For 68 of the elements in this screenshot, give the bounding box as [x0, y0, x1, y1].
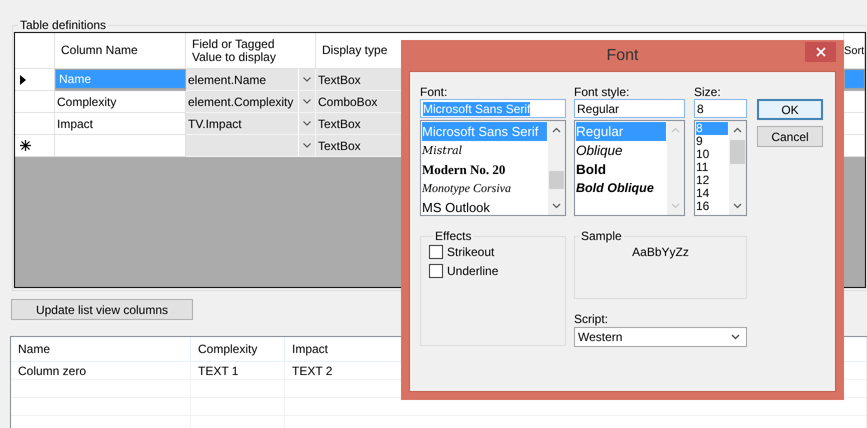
font-list-item[interactable]: Mistral — [422, 141, 547, 160]
scrollbar-thumb[interactable] — [730, 140, 745, 164]
sample-text: AaBbYyZz — [632, 245, 689, 259]
group-title: Table definitions — [19, 18, 108, 32]
column-header[interactable]: Sort — [844, 33, 865, 69]
scrollbar[interactable] — [729, 121, 746, 215]
script-label: Script: — [574, 312, 610, 327]
chevron-down-icon — [303, 99, 311, 104]
sample-title: Sample — [580, 229, 623, 243]
combo-cell[interactable] — [186, 135, 316, 157]
font-list-item[interactable]: Monotype Corsiva — [422, 179, 547, 198]
checkbox[interactable] — [429, 245, 443, 259]
size-list-item[interactable]: 12 — [696, 174, 728, 187]
font-style-item[interactable]: Oblique — [576, 141, 666, 160]
chevron-down-icon — [552, 203, 561, 209]
column-header[interactable]: Column Name — [55, 33, 186, 69]
font-style-label: Font style: — [574, 85, 630, 99]
header-cell — [15, 33, 55, 69]
current-row-icon — [20, 74, 26, 84]
chevron-up-icon — [733, 127, 742, 133]
row-header[interactable] — [15, 135, 55, 157]
size-list-item[interactable]: 9 — [696, 135, 728, 148]
font-list-item[interactable]: Modern No. 20 — [422, 160, 547, 179]
table-cell[interactable]: Complexity — [55, 91, 186, 113]
size-list-item[interactable]: 11 — [696, 161, 728, 174]
chevron-down-icon — [303, 121, 311, 126]
close-icon — [816, 47, 826, 57]
combo-cell[interactable]: element.Complexity — [186, 91, 316, 113]
size-list-item[interactable]: 16 — [696, 200, 728, 213]
close-button[interactable] — [805, 42, 836, 62]
checkbox[interactable] — [429, 264, 443, 278]
font-list-item[interactable]: MS Outlook — [422, 198, 547, 215]
combo-cell[interactable]: element.Name — [186, 69, 316, 91]
font-style-item[interactable]: Bold Oblique — [576, 179, 666, 198]
chevron-down-icon — [303, 77, 311, 82]
font-style-input[interactable]: Regular — [574, 99, 685, 118]
size-list-item[interactable]: 10 — [696, 148, 728, 161]
effects-title: Effects — [434, 229, 472, 243]
row-header[interactable] — [15, 69, 55, 91]
chevron-up-icon — [552, 127, 561, 133]
size-input[interactable]: 8 — [694, 99, 747, 118]
scrollbar[interactable] — [548, 121, 565, 215]
chevron-down-icon — [303, 143, 311, 148]
chevron-down-icon — [671, 203, 680, 209]
ok-button[interactable]: OK — [757, 99, 823, 120]
column-header[interactable]: Complexity — [191, 337, 285, 361]
update-columns-button[interactable]: Update list view columns — [11, 299, 193, 320]
checkbox-label: Underline — [447, 264, 498, 278]
script-select[interactable]: Western — [574, 327, 747, 347]
new-row-icon — [20, 140, 31, 151]
size-list-item[interactable]: 14 — [696, 187, 728, 200]
chevron-down-icon — [731, 334, 740, 340]
chevron-down-icon — [733, 203, 742, 209]
cancel-button[interactable]: Cancel — [757, 126, 823, 147]
size-label: Size: — [694, 85, 722, 99]
table-cell[interactable] — [844, 69, 865, 89]
column-header[interactable]: Name — [11, 337, 191, 361]
combo-cell[interactable]: TV.Impact — [186, 113, 316, 135]
chevron-up-icon — [671, 127, 680, 133]
table-cell[interactable]: Impact — [55, 113, 186, 135]
column-header[interactable]: Field or Tagged Value to display — [186, 33, 316, 69]
font-style-item[interactable]: Bold — [576, 160, 666, 179]
dialog-title: Font — [606, 46, 638, 64]
checkbox-label: Strikeout — [447, 245, 494, 259]
table-cell: TEXT 1 — [191, 362, 285, 379]
table-cell: Column zero — [11, 362, 191, 379]
font-label: Font: — [420, 85, 448, 99]
scrollbar-thumb[interactable] — [549, 171, 564, 189]
